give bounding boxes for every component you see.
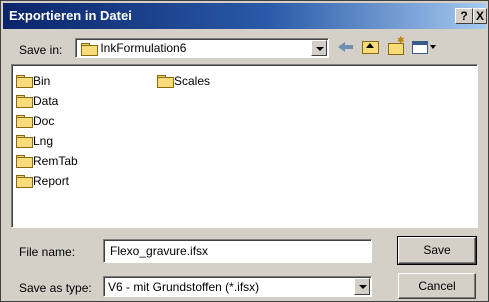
folder-icon [16,174,33,188]
back-icon[interactable] [337,39,355,55]
save-dialog: Exportieren in Datei ? X Save in: InkFor… [0,0,489,302]
save-as-type-value: V6 - mit Grundstoffen (*.ifsx) [108,280,260,294]
title-bar[interactable]: Exportieren in Datei ? X [3,3,487,29]
list-item[interactable]: Report [16,173,69,189]
folder-name: Data [33,94,59,108]
folder-name: Bin [33,74,51,88]
file-name-input[interactable] [103,239,372,263]
save-in-label: Save in: [19,43,63,57]
file-list[interactable]: Bin Data Doc Lng RemTab Report Scales [11,64,478,228]
folder-icon [16,74,33,88]
list-item[interactable]: Bin [16,73,50,89]
folder-icon [16,154,33,168]
folder-icon [16,114,33,128]
save-as-type-dropdown[interactable]: V6 - mit Grundstoffen (*.ifsx) [103,276,372,297]
new-folder-icon[interactable] [387,35,405,55]
up-folder-icon[interactable] [361,39,379,55]
help-button[interactable]: ? [455,8,473,24]
list-item[interactable]: RemTab [16,153,78,169]
folder-name: Lng [33,134,54,148]
view-menu-icon[interactable] [411,39,437,55]
folder-name: Report [33,174,70,188]
folder-icon [81,42,98,56]
list-item[interactable]: Lng [16,133,53,149]
folder-icon [16,94,33,108]
cancel-button[interactable]: Cancel [398,273,476,299]
folder-name: Scales [174,74,211,88]
list-item[interactable]: Doc [16,113,54,129]
chevron-down-icon[interactable] [354,278,370,295]
list-item[interactable]: Data [16,93,58,109]
window-title: Exportieren in Datei [9,8,132,23]
folder-icon [16,134,33,148]
folder-name: RemTab [33,154,78,168]
close-button[interactable]: X [473,8,487,24]
file-name-label: File name: [19,245,76,259]
folder-icon [157,74,174,88]
save-button[interactable]: Save [397,236,477,265]
save-in-value: InkFormulation6 [100,41,187,55]
folder-name: Doc [33,114,55,128]
save-as-type-label: Save as type: [19,281,92,295]
save-in-dropdown[interactable]: InkFormulation6 [75,38,329,58]
chevron-down-icon[interactable] [311,40,327,56]
list-item[interactable]: Scales [157,73,210,89]
